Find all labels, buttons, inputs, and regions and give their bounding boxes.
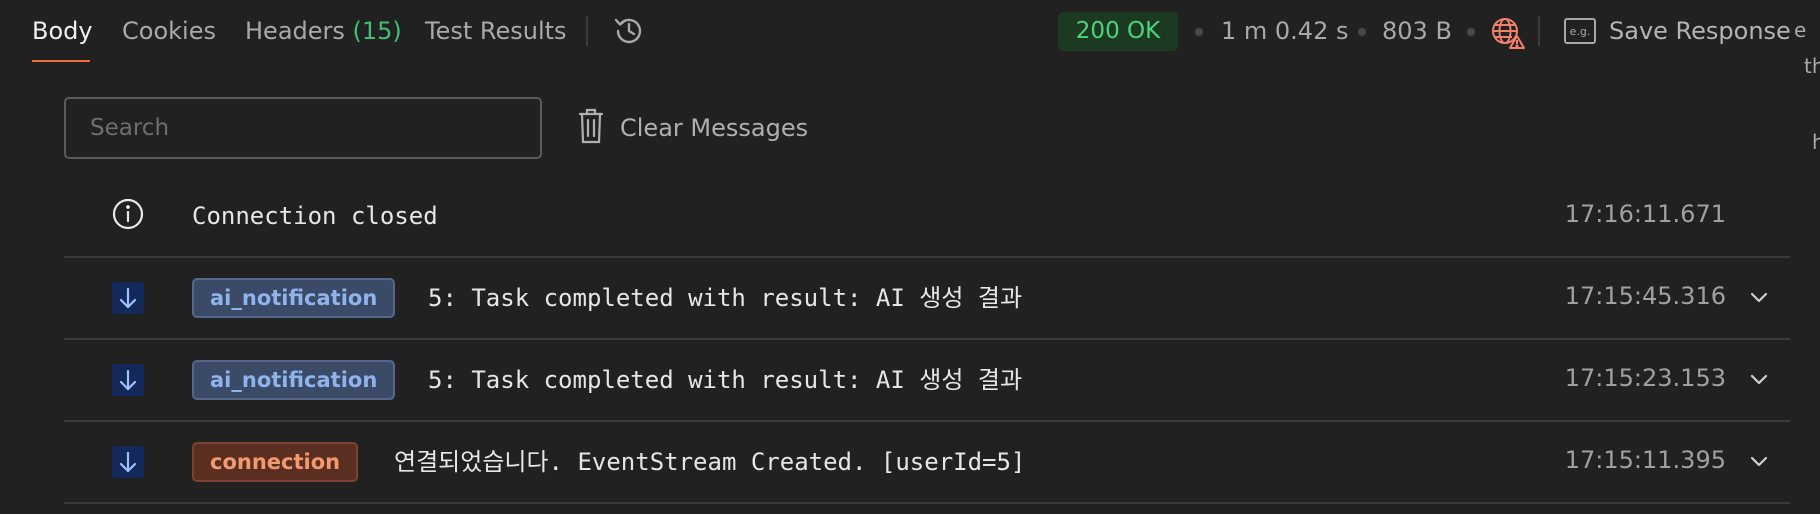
globe-warning-icon[interactable]: [1490, 15, 1526, 51]
clipped-text: h: [1812, 130, 1820, 154]
clear-messages-label: Clear Messages: [620, 114, 809, 142]
chevron-down-icon[interactable]: [1748, 368, 1770, 390]
search-input[interactable]: [64, 97, 542, 159]
tab-headers-label: Headers: [245, 17, 345, 45]
message-row[interactable]: connection 연결되었습니다. EventStream Created.…: [64, 422, 1790, 504]
tab-cookies[interactable]: Cookies: [122, 14, 216, 48]
tab-headers[interactable]: Headers (15): [245, 14, 402, 48]
message-text: Connection closed: [192, 202, 438, 230]
arrow-down-icon: [112, 446, 144, 478]
history-icon[interactable]: [612, 14, 646, 48]
trash-icon: [578, 108, 604, 148]
save-response-button[interactable]: Save Response: [1609, 14, 1791, 48]
message-timestamp: 17:15:23.153: [1564, 364, 1726, 392]
clear-messages-button[interactable]: Clear Messages: [578, 108, 808, 148]
info-icon: [112, 198, 144, 230]
example-icon[interactable]: e.g.: [1564, 18, 1596, 44]
event-type-badge: connection: [192, 442, 359, 482]
example-icon-text: e.g.: [1570, 25, 1591, 38]
clipped-text: th: [1804, 54, 1820, 78]
active-tab-indicator: [32, 60, 90, 62]
arrow-down-icon: [112, 364, 144, 396]
meta-separator-dot: [1195, 28, 1203, 36]
chevron-down-icon[interactable]: [1748, 450, 1770, 472]
status-badge[interactable]: 200 OK: [1058, 12, 1178, 51]
message-row[interactable]: ai_notification 5: Task completed with r…: [64, 258, 1790, 340]
meta-divider: [1538, 16, 1540, 46]
message-text: 연결되었습니다. EventStream Created. [userId=5]: [394, 448, 1026, 476]
response-time[interactable]: 1 m 0.42 s: [1221, 14, 1348, 48]
headers-count-badge: (15): [352, 17, 402, 45]
meta-separator-dot: [1467, 28, 1475, 36]
message-timestamp: 17:16:11.671: [1564, 200, 1726, 228]
tab-body[interactable]: Body: [32, 14, 93, 48]
chevron-down-icon[interactable]: [1748, 286, 1770, 308]
tab-divider: [586, 16, 588, 46]
message-timestamp: 17:15:45.316: [1564, 282, 1726, 310]
response-panel: Body Cookies Headers (15) Test Results 2…: [0, 0, 1820, 514]
message-timestamp: 17:15:11.395: [1564, 446, 1726, 474]
message-row[interactable]: Connection closed 17:16:11.671: [64, 176, 1790, 258]
message-text: 5: Task completed with result: AI 생성 결과: [428, 284, 1023, 312]
event-type-badge: ai_notification: [192, 278, 396, 318]
arrow-down-icon: [112, 282, 144, 314]
clipped-text: e: [1794, 18, 1807, 42]
response-tabbar: Body Cookies Headers (15) Test Results 2…: [0, 0, 1820, 154]
response-size[interactable]: 803 B: [1382, 14, 1452, 48]
message-row[interactable]: ai_notification 5: Task completed with r…: [64, 340, 1790, 422]
event-type-badge: ai_notification: [192, 360, 396, 400]
tab-test-results[interactable]: Test Results: [425, 14, 567, 48]
meta-separator-dot: [1358, 28, 1366, 36]
message-text: 5: Task completed with result: AI 생성 결과: [428, 366, 1023, 394]
